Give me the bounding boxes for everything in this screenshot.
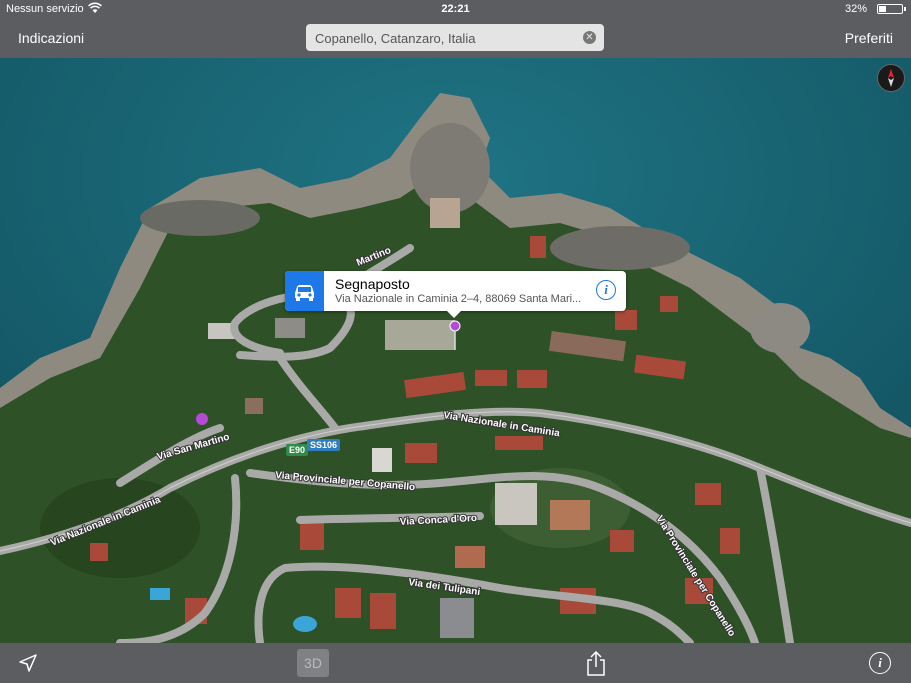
3d-button[interactable]: 3D [297, 649, 329, 677]
callout-tail [447, 311, 461, 318]
clear-search-icon[interactable]: ✕ [583, 31, 596, 44]
road-shield-e90: E90 [286, 444, 309, 456]
pin-icon[interactable] [449, 320, 461, 332]
navigation-bar: Indicazioni ✕ Preferiti [0, 18, 911, 58]
map-imagery: Martino Via Nazionale in Caminia Via San… [0, 58, 911, 643]
location-callout[interactable]: Segnaposto Via Nazionale in Caminia 2–4,… [285, 271, 626, 318]
battery-icon [877, 4, 906, 14]
satellite-map[interactable]: Martino Via Nazionale in Caminia Via San… [0, 58, 911, 643]
callout-address: Via Nazionale in Caminia 2–4, 88069 Sant… [335, 293, 582, 305]
info-icon[interactable]: i [869, 652, 891, 674]
compass-icon[interactable] [877, 64, 905, 92]
directions-button[interactable]: Indicazioni [18, 30, 84, 46]
search-bar: ✕ [306, 24, 604, 51]
callout-info-icon[interactable]: i [596, 280, 616, 300]
share-icon[interactable] [585, 651, 607, 677]
location-arrow-icon[interactable] [18, 653, 38, 673]
battery-percent: 32% [844, 3, 867, 15]
poi-icon[interactable] [196, 413, 208, 425]
favorites-button[interactable]: Preferiti [845, 30, 893, 46]
clock: 22:21 [441, 3, 470, 15]
status-bar: Nessun servizio 22:21 32% [0, 0, 911, 18]
road-shield-ss106: SS106 [307, 439, 341, 451]
car-icon[interactable] [285, 271, 324, 311]
callout-title: Segnaposto [335, 276, 410, 292]
search-input[interactable] [313, 28, 577, 49]
bottom-toolbar: 3D i [0, 643, 911, 683]
